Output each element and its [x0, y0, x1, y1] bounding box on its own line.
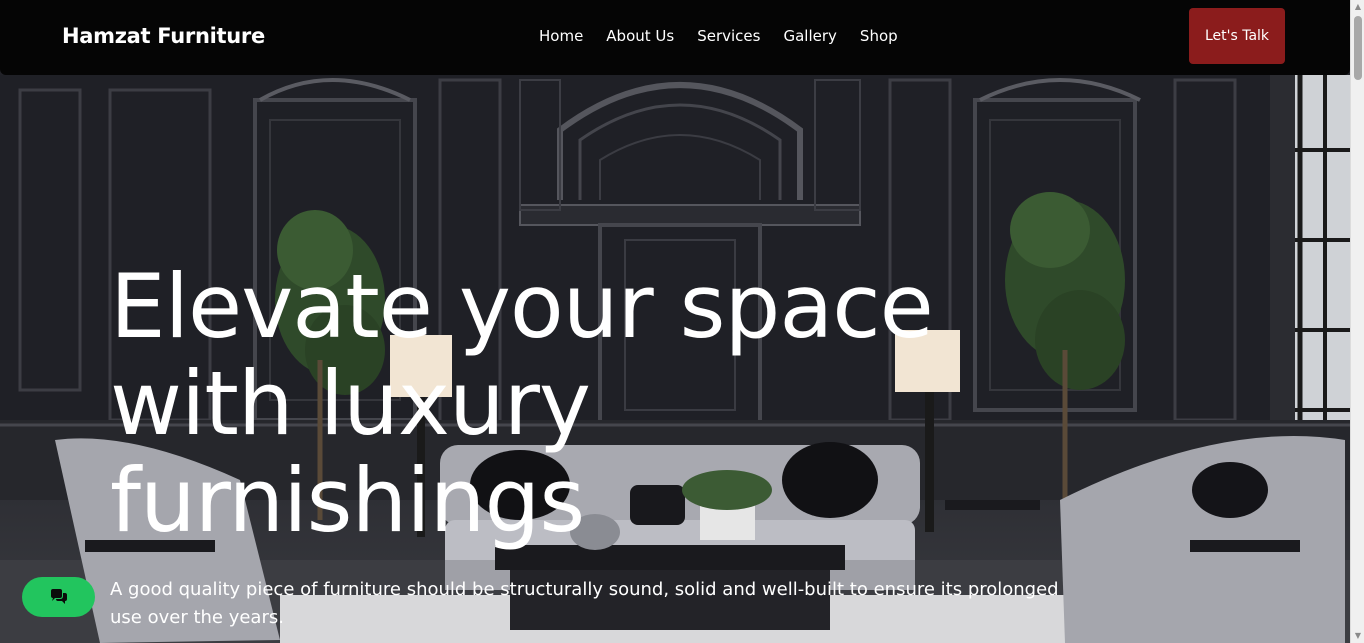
main-nav: Home About Us Services Gallery Shop: [539, 27, 921, 45]
page-scrollbar[interactable]: ▲ ▼: [1350, 0, 1364, 643]
chat-bubbles-icon: [50, 589, 67, 604]
headline-line: furnishings: [110, 449, 585, 552]
headline-line: with luxury: [110, 352, 591, 455]
top-navbar: Hamzat Furniture Home About Us Services …: [0, 0, 1350, 75]
chat-button[interactable]: [22, 577, 95, 617]
nav-link-gallery[interactable]: Gallery: [783, 27, 836, 45]
scroll-up-arrow-icon[interactable]: ▲: [1351, 0, 1364, 14]
nav-link-services[interactable]: Services: [697, 27, 760, 45]
nav-link-home[interactable]: Home: [539, 27, 583, 45]
lets-talk-button[interactable]: Let's Talk: [1189, 8, 1285, 64]
brand-logo[interactable]: Hamzat Furniture: [62, 24, 265, 48]
nav-link-about-us[interactable]: About Us: [606, 27, 674, 45]
scroll-down-arrow-icon[interactable]: ▼: [1351, 629, 1364, 643]
hero-headline: Elevate your space with luxury furnishin…: [110, 258, 1010, 549]
hero-subtext: A good quality piece of furniture should…: [110, 579, 1059, 628]
scroll-thumb[interactable]: [1354, 16, 1362, 80]
nav-link-shop[interactable]: Shop: [860, 27, 898, 45]
headline-line: Elevate your space: [110, 255, 934, 358]
